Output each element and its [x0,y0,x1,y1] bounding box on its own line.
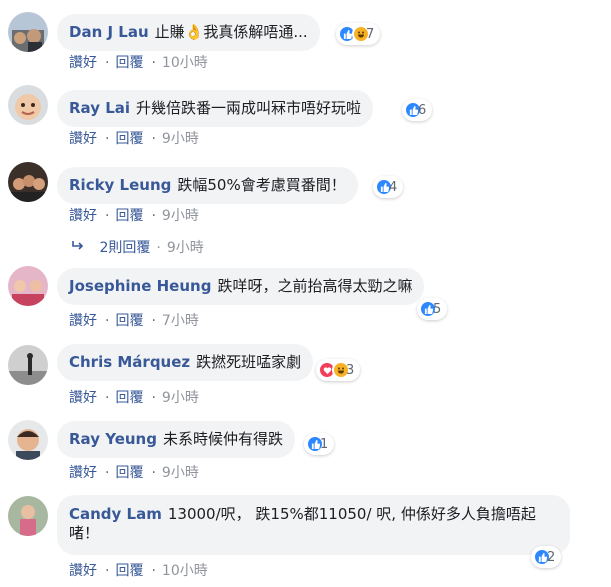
separator-dot: · [156,240,161,256]
separator-dot: · [105,313,110,329]
reply-button[interactable]: 回覆 [115,208,143,224]
separator-dot: · [105,131,110,147]
reply-button[interactable]: 回覆 [115,563,143,579]
comment-text: 跌咩呀，之前抬高得太勁之嘛 [217,277,413,295]
comment-bubble: Ray Lai 升幾倍跌番一兩成叫冧市唔好玩啦 [57,90,374,127]
reaction-summary[interactable]: 2 [531,546,562,568]
comment-bubble: Ray Yeung 未系時候仲有得跌 [57,421,295,458]
reaction-summary[interactable]: 3 [316,359,361,381]
reply-button[interactable]: 回覆 [115,465,143,481]
like-button[interactable]: 讚好 [69,208,97,224]
comment-bubble: Chris Márquez 跌撚死班𠵼家劇 [57,344,314,381]
reaction-count: 4 [389,179,398,195]
separator-dot: · [105,563,110,579]
separator-dot: · [151,390,156,406]
reply-button[interactable]: 回覆 [115,131,143,147]
reaction-count: 7 [366,26,375,42]
comment-bubble: Dan J Lau 止賺👌我真係解唔通... [57,14,320,51]
comment-text: 未系時候仲有得跌 [162,430,283,448]
reaction-count: 5 [433,301,442,317]
commenter-name[interactable]: Ray Yeung [69,430,157,448]
like-button[interactable]: 讚好 [69,55,97,71]
separator-dot: · [105,208,110,224]
reaction-summary[interactable]: 7 [336,23,381,45]
avatar[interactable] [8,420,48,460]
timestamp[interactable]: 9小時 [162,208,199,224]
reply-button[interactable]: 回覆 [115,390,143,406]
separator-dot: · [105,465,110,481]
separator-dot: · [151,465,156,481]
like-button[interactable]: 讚好 [69,313,97,329]
comment-actions: 讚好 · 回覆 · 9小時 [69,387,203,407]
separator-dot: · [151,208,156,224]
comment-actions: 讚好 · 回覆 · 9小時 [69,462,203,482]
commenter-name[interactable]: Dan J Lau [69,23,149,41]
timestamp[interactable]: 9小時 [162,465,199,481]
comment-bubble: Josephine Heung 跌咩呀，之前抬高得太勁之嘛 [57,268,425,305]
timestamp[interactable]: 9小時 [162,390,199,406]
comment-bubble: Candy Lam 13000/呎， 跌15%都11050/ 呎, 仲係好多人負擔… [57,495,570,555]
timestamp[interactable]: 9小時 [162,131,199,147]
avatar[interactable] [8,12,48,52]
reaction-count: 1 [320,436,329,452]
separator-dot: · [151,131,156,147]
commenter-name[interactable]: Ray Lai [69,99,130,117]
reply-arrow-icon [71,240,85,256]
comment-actions: 讚好 · 回覆 · 10小時 [69,52,212,72]
comment-actions: 讚好 · 回覆 · 9小時 [69,205,203,225]
reaction-count: 3 [346,362,355,378]
like-button[interactable]: 讚好 [69,131,97,147]
reply-button[interactable]: 回覆 [115,313,143,329]
timestamp[interactable]: 10小時 [162,55,208,71]
replies-count-label[interactable]: 2則回覆 [99,240,150,256]
reaction-count: 2 [547,549,556,565]
reply-button[interactable]: 回覆 [115,55,143,71]
separator-dot: · [151,55,156,71]
reaction-count: 6 [418,102,427,118]
replies-timestamp: 9小時 [166,240,204,256]
comment-text: 升幾倍跌番一兩成叫冧市唔好玩啦 [136,99,362,117]
comment-actions: 讚好 · 回覆 · 9小時 [69,128,203,148]
commenter-name[interactable]: Candy Lam [69,505,162,523]
avatar[interactable] [8,266,48,306]
commenter-name[interactable]: Josephine Heung [69,277,211,295]
commenter-name[interactable]: Chris Márquez [69,353,190,371]
separator-dot: · [151,563,156,579]
commenter-name[interactable]: Ricky Leung [69,176,171,194]
comment-text: 跌撚死班𠵼家劇 [196,353,302,371]
comment-actions: 讚好 · 回覆 · 10小時 [69,560,212,580]
reaction-summary[interactable]: 4 [373,176,404,198]
comment-actions: 讚好 · 回覆 · 7小時 [69,310,203,330]
comment-text: 跌幅50%會考慮買番間！ [177,176,346,194]
reaction-summary[interactable]: 5 [417,298,448,320]
like-button[interactable]: 讚好 [69,390,97,406]
avatar[interactable] [8,345,48,385]
avatar[interactable] [8,162,48,202]
like-button[interactable]: 讚好 [69,563,97,579]
avatar[interactable] [8,85,48,125]
reaction-summary[interactable]: 1 [304,433,335,455]
comment-bubble: Ricky Leung 跌幅50%會考慮買番間！ [57,167,358,204]
comment-text: 止賺👌我真係解唔通... [154,23,308,41]
like-button[interactable]: 讚好 [69,465,97,481]
timestamp[interactable]: 10小時 [162,563,208,579]
separator-dot: · [151,313,156,329]
avatar[interactable] [8,496,48,536]
reaction-summary[interactable]: 6 [402,99,433,121]
separator-dot: · [105,390,110,406]
separator-dot: · [105,55,110,71]
view-replies-link[interactable]: 2則回覆 · 9小時 [71,237,204,257]
timestamp[interactable]: 7小時 [162,313,199,329]
